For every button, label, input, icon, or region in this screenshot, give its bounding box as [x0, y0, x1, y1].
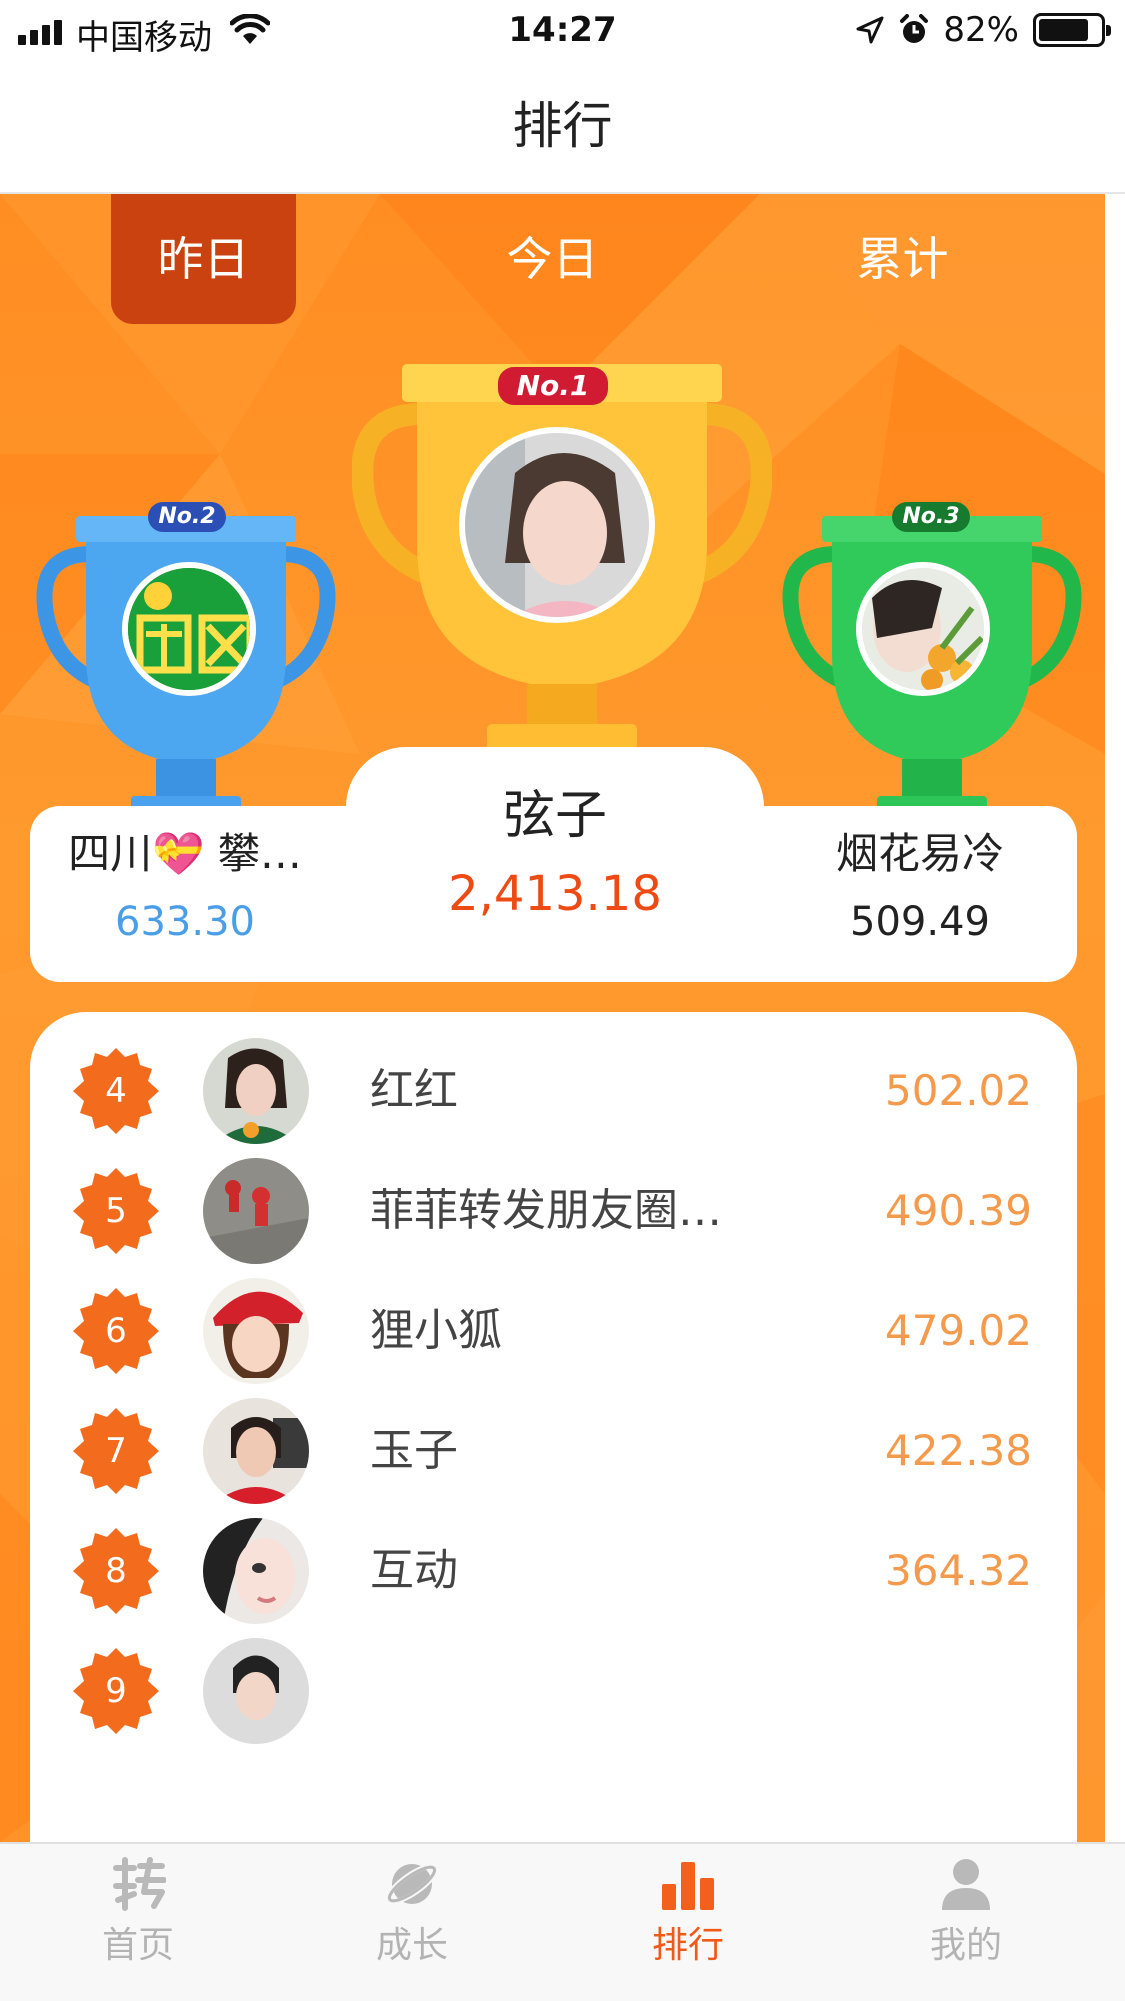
badge-no2: No.2: [148, 502, 226, 532]
avatar-second: [122, 562, 256, 696]
rank-badge: 5: [73, 1168, 159, 1254]
nav-bar: 排行: [0, 62, 1125, 194]
tab-label: 我的: [929, 1925, 1002, 1966]
page-title: 排行: [512, 97, 613, 155]
user-name: 互动: [370, 1545, 458, 1596]
tab-label: 排行: [651, 1925, 724, 1966]
user-score: 422.38: [885, 1426, 1032, 1475]
trophy-second[interactable]: No.2: [36, 502, 336, 854]
tab-mine[interactable]: 我的: [866, 1844, 1066, 2001]
rank-badge: 7: [73, 1408, 159, 1494]
avatar: [203, 1158, 309, 1264]
planet-icon: [385, 1863, 439, 1905]
rank-badge: 4: [73, 1048, 159, 1134]
trophy-first[interactable]: No.1: [351, 344, 773, 814]
avatar: [203, 1398, 309, 1504]
period-tab-bar: 昨日 今日 累计: [0, 194, 1105, 324]
third-score: 509.49: [850, 899, 990, 945]
avatar: [203, 1038, 309, 1144]
rank-number: 9: [105, 1671, 127, 1711]
rank-number: 8: [105, 1551, 127, 1591]
alarm-icon: [900, 14, 929, 43]
rank-number: 6: [105, 1311, 127, 1351]
user-score: 502.02: [885, 1066, 1032, 1115]
user-name: 菲菲转发朋友圈…: [370, 1185, 722, 1236]
first-score: 2,413.18: [448, 866, 662, 922]
avatar: [203, 1638, 309, 1744]
user-name: 狸小狐: [370, 1305, 502, 1356]
tab-label: 成长: [375, 1925, 448, 1966]
rank-badge: 9: [73, 1648, 159, 1734]
tab-home[interactable]: 首页: [38, 1844, 238, 2001]
trophy-third[interactable]: No.3: [782, 502, 1082, 854]
avatar: [203, 1278, 309, 1384]
second-score: 633.30: [115, 899, 255, 945]
bottom-tab-bar: 首页 成长 排行 我的: [0, 1842, 1125, 2001]
badge-no1: No.1: [498, 367, 608, 405]
tab-label: 首页: [101, 1925, 174, 1966]
leaderboard-content[interactable]: 昨日 今日 累计 No.2 No.1 No.3 四川💝 攀… 633.30 弦子…: [0, 194, 1105, 1842]
rank-number: 7: [105, 1431, 127, 1471]
badge-no3: No.3: [892, 502, 970, 532]
avatar-first: [459, 427, 655, 623]
battery-percent: 82%: [943, 10, 1019, 50]
bar-chart-icon: [662, 1862, 714, 1910]
side-gutter: [1105, 194, 1125, 1842]
first-name[interactable]: 弦子: [346, 780, 764, 852]
zhuan-icon: [113, 1857, 166, 1911]
user-icon: [942, 1859, 990, 1910]
avatar-third: [856, 562, 990, 696]
status-bar: 中国移动 14:27 82%: [0, 0, 1125, 62]
rank-badge: 8: [73, 1528, 159, 1614]
tab-ranking[interactable]: 排行: [588, 1844, 788, 2001]
rank-number: 4: [105, 1071, 127, 1111]
tab-growth[interactable]: 成长: [312, 1844, 512, 2001]
location-arrow-icon: [856, 16, 884, 44]
tab-cumulative[interactable]: 累计: [810, 194, 995, 324]
tab-today[interactable]: 今日: [460, 194, 645, 324]
avatar: [203, 1518, 309, 1624]
rank-number: 5: [105, 1191, 127, 1231]
rank-badge: 6: [73, 1288, 159, 1374]
battery-icon: [1033, 13, 1111, 47]
ranking-list[interactable]: 4 红红 502.02 5 菲菲转发朋友圈… 490.39 6 狸小狐 479.…: [30, 1012, 1077, 1842]
user-score: 490.39: [885, 1186, 1032, 1235]
user-score: 364.32: [885, 1546, 1032, 1595]
user-score: 479.02: [885, 1306, 1032, 1355]
user-name: 玉子: [370, 1425, 458, 1476]
third-name[interactable]: 烟花易冷: [780, 824, 1060, 884]
list-item[interactable]: 9: [30, 1612, 1077, 1762]
second-name[interactable]: 四川💝 攀…: [45, 824, 325, 884]
user-name: 红红: [370, 1065, 458, 1116]
tab-yesterday[interactable]: 昨日: [111, 194, 296, 324]
